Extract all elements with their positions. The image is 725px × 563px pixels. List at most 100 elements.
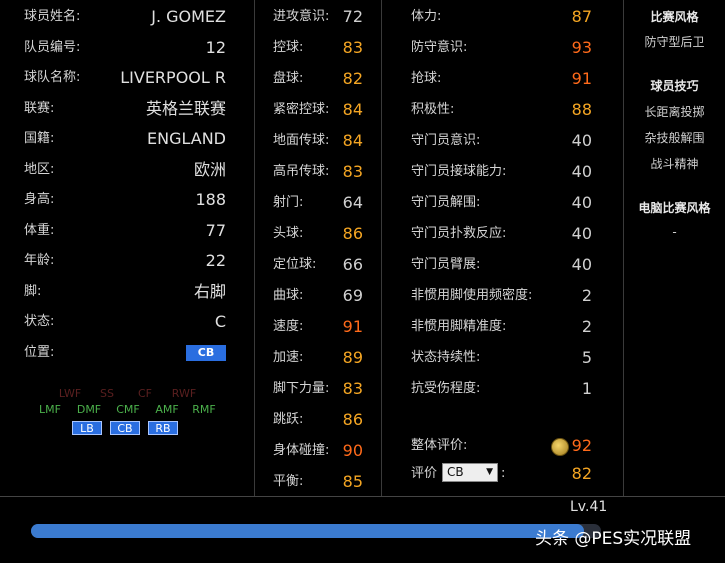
info-label: 身高: [24,192,55,207]
attribute-value: 40 [571,131,592,150]
info-value: 77 [205,220,226,240]
info-row: 球队名称: LIVERPOOL R [0,67,254,89]
attribute-row: 进攻意识: 72 [255,6,381,28]
level-label: Lv.41 [570,499,608,515]
attribute-row: 脚下力量: 83 [255,378,381,400]
attribute-label: 进攻意识: [273,9,330,24]
position-row: 位置: CB [0,342,254,364]
attribute-row: 守门员接球能力: 40 [382,161,623,183]
attribute-label: 守门员意识: [411,133,481,148]
level-progress-fill [31,524,584,538]
attribute-row: 非惯用脚使用频密度: 2 [382,285,623,307]
info-value: LIVERPOOL R [120,68,226,87]
attribute-value: 2 [581,286,592,305]
attribute-label: 盘球: [273,71,304,86]
attribute-value: 86 [342,224,363,243]
attribute-label: 抗受伤程度: [411,381,481,396]
attribute-label: 体力: [411,9,442,24]
attribute-label: 守门员臂展: [411,257,481,272]
info-label: 球队名称: [24,70,81,85]
attribute-value: 1 [581,379,592,398]
info-value: 欧洲 [193,159,226,179]
info-value: C [214,312,226,331]
attribute-label: 加速: [273,350,304,365]
attribute-row: 体力: 87 [382,6,623,28]
info-row: 国籍: ENGLAND [0,128,254,150]
play-style-value: 防守型后卫 [644,35,705,49]
attribute-label: 平衡: [273,474,304,489]
rating-suffix: : [501,466,506,481]
attribute-value: 66 [342,255,363,274]
position-badge: CB [186,344,226,361]
info-label: 体重: [24,222,55,238]
position-label: 位置: [24,344,55,360]
overall-rating-label: 整体评价: [411,438,468,453]
style-panel: 比赛风格 防守型后卫 球员技巧 长距离投掷 杂技般解围 战斗精神 电脑比赛风格 … [624,0,725,496]
attribute-row: 盘球: 82 [255,68,381,90]
attribute-value: 83 [342,162,363,181]
info-label: 状态: [24,314,55,329]
attribute-row: 跳跃: 86 [255,409,381,431]
attribute-label: 积极性: [411,102,455,117]
position-map-label: AMF [155,403,179,416]
rating-position-select[interactable]: CB ▼ [442,463,498,482]
attribute-label: 地面传球: [273,133,330,148]
attribute-row: 防守意识: 93 [382,37,623,59]
rating-label: 评价 [411,466,438,481]
attribute-label: 定位球: [273,257,317,272]
overall-rating-row: 整体评价: 92 [382,435,623,457]
ai-style-value: - [672,225,677,239]
attribute-row: 守门员臂展: 40 [382,254,623,276]
attribute-label: 控球: [273,40,304,55]
info-value: 英格兰联赛 [145,98,226,118]
skill-item: 战斗精神 [650,157,699,171]
attribute-value: 40 [571,255,592,274]
attribute-value: 69 [342,286,363,305]
position-map: LWF SS CF RWF LMF DMF CMF AMF RMF LB CB RB [0,385,255,445]
attribute-value: 5 [581,348,592,367]
attribute-row: 速度: 91 [255,316,381,338]
attribute-label: 状态持续性: [411,350,481,365]
info-row: 队员编号: 12 [0,37,254,59]
chevron-down-icon: ▼ [486,467,493,477]
info-row: 身高: 188 [0,189,254,211]
attribute-value: 83 [342,38,363,57]
attribute-row: 曲球: 69 [255,285,381,307]
attribute-value: 91 [342,317,363,336]
attribute-value: 84 [342,100,363,119]
info-row: 状态: C [0,311,254,333]
attribute-label: 头球: [273,226,304,241]
attribute-label: 紧密控球: [273,102,330,117]
position-map-badge: LB [72,421,102,435]
attribute-value: 40 [571,193,592,212]
attribute-value: 88 [571,100,592,119]
attribute-label: 抢球: [411,71,442,86]
position-map-badge: RB [148,421,178,435]
attributes-panel-1: 进攻意识: 72 控球: 83 盘球: 82 紧密控球: 84 地面传球: 84 高吊传球: 83 射门… [255,0,382,496]
attribute-row: 紧密控球: 84 [255,99,381,121]
ai-style-heading: 电脑比赛风格 [638,201,711,215]
attribute-value: 93 [571,38,592,57]
attribute-label: 跳跃: [273,412,304,427]
attribute-value: 87 [571,7,592,26]
play-style-heading: 比赛风格 [650,10,699,24]
info-value: ENGLAND [147,129,226,148]
info-label: 脚: [24,283,42,299]
skill-item: 长距离投掷 [644,105,705,119]
attribute-value: 72 [342,7,363,26]
attribute-row: 头球: 86 [255,223,381,245]
info-label: 球员姓名: [24,9,81,24]
position-map-label: CMF [116,403,140,416]
attribute-label: 身体碰撞: [273,443,330,458]
attribute-row: 平衡: 85 [255,471,381,493]
attribute-label: 守门员扑救反应: [411,226,507,241]
attribute-row: 高吊传球: 83 [255,161,381,183]
level-progress-bar [31,524,601,538]
info-label: 国籍: [24,131,55,146]
overall-rating-value: 92 [571,436,592,455]
watermark: 头条 @PES实况联盟 [535,529,692,549]
info-value: 22 [205,251,226,270]
attribute-value: 89 [342,348,363,367]
attribute-label: 守门员解围: [411,195,481,210]
attribute-value: 64 [342,193,363,212]
